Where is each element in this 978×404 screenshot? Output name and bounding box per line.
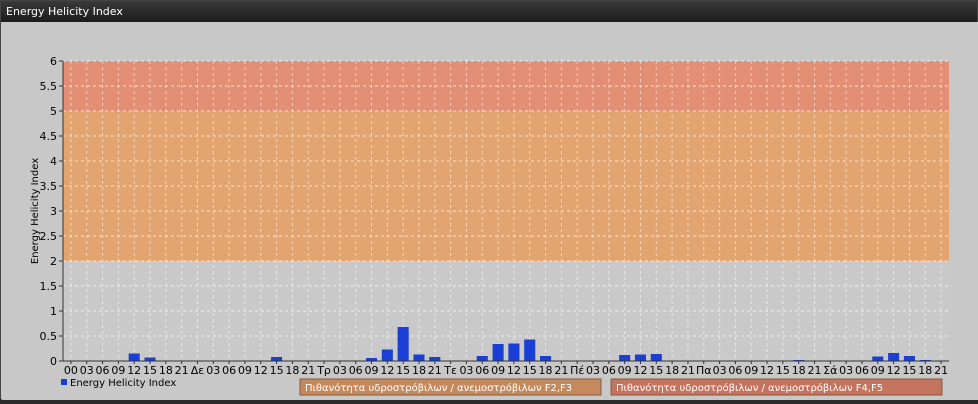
x-tick-label: 09 (365, 364, 379, 377)
x-tick-label: 21 (934, 364, 948, 377)
x-tick-label: 12 (127, 364, 141, 377)
y-tick-label: 2.5 (40, 230, 58, 243)
x-tick-label: 06 (855, 364, 869, 377)
x-tick-label: 00 (64, 364, 78, 377)
x-tick-label: 06 (728, 364, 742, 377)
x-tick-label: 06 (475, 364, 489, 377)
x-tick-label: 12 (507, 364, 521, 377)
x-tick-label: 03 (586, 364, 600, 377)
x-tick-label: 18 (792, 364, 806, 377)
bar[interactable] (128, 353, 140, 362)
bar[interactable] (650, 354, 662, 361)
x-tick-label: 15 (143, 364, 157, 377)
legend-label: Energy Helicity Index (70, 378, 176, 389)
band-legend-f4f5-label: Πιθανότητα υδροστρόβιλων / ανεμοστρόβιλω… (616, 382, 883, 394)
y-tick-label: 2 (50, 255, 57, 268)
bar[interactable] (508, 343, 520, 362)
x-tick-label: 15 (776, 364, 790, 377)
x-tick-label: 03 (80, 364, 94, 377)
bar[interactable] (397, 327, 409, 361)
band-legend-f2f3: Πιθανότητα υδροστρόβιλων / ανεμοστρόβιλω… (299, 378, 602, 396)
y-tick-label: 4.5 (40, 130, 58, 143)
x-tick-label: 03 (839, 364, 853, 377)
x-tick-label: 09 (618, 364, 632, 377)
x-tick-label: 18 (918, 364, 932, 377)
bar[interactable] (144, 357, 156, 362)
x-tick-label: Πα (696, 364, 712, 377)
x-tick-label: 09 (744, 364, 758, 377)
bar[interactable] (429, 357, 441, 361)
chart-area: 0 0.5 1 1.5 2 2.5 3 3.5 4 4.5 5 5.5 6 00 03 06 09 12 15 18… (2, 22, 978, 400)
legend[interactable]: Energy Helicity Index (61, 378, 176, 389)
x-tick-label: 15 (902, 364, 916, 377)
x-tick-label: 03 (713, 364, 727, 377)
x-tick-label: 03 (333, 364, 347, 377)
y-axis-label: Energy Helicity Index (30, 158, 41, 264)
bar[interactable] (634, 354, 647, 362)
x-tick-label: 15 (396, 364, 410, 377)
y-tick-label: 3.5 (40, 180, 58, 193)
x-tick-label: 03 (459, 364, 473, 377)
legend-swatch (61, 379, 67, 385)
band-legend-f2f3-label: Πιθανότητα υδροστρόβιλων / ανεμοστρόβιλω… (305, 382, 572, 394)
x-tick-label: 06 (602, 364, 616, 377)
y-tick-label: 1.5 (40, 280, 58, 293)
y-tick-label: 6 (50, 55, 57, 68)
y-tick-label: 5.5 (40, 80, 58, 93)
x-tick-label: 21 (175, 364, 189, 377)
bar[interactable] (619, 355, 631, 361)
x-tick-label: 06 (96, 364, 110, 377)
x-tick-label: 12 (760, 364, 774, 377)
x-tick-label: 15 (270, 364, 284, 377)
x-tick-label: 21 (428, 364, 442, 377)
x-tick-label: 09 (238, 364, 252, 377)
x-tick-label: 15 (523, 364, 537, 377)
y-tick-label: 4 (50, 155, 57, 168)
y-tick-label: 0 (50, 355, 57, 368)
x-tick-label: 18 (285, 364, 299, 377)
bar[interactable] (413, 354, 425, 362)
chart-window: Energy Helicity Index 0 0.5 1 1.5 2 2.5 3 3.5 4 4… (0, 0, 978, 400)
x-tick-label: 18 (539, 364, 553, 377)
bar[interactable] (381, 349, 393, 362)
x-tick-label: 21 (301, 364, 315, 377)
x-tick-label: 12 (380, 364, 394, 377)
x-tick-label: 18 (159, 364, 173, 377)
x-tick-label: 21 (808, 364, 822, 377)
y-tick-label: 5 (50, 105, 57, 118)
bar[interactable] (524, 339, 536, 362)
x-tick-label: 18 (412, 364, 426, 377)
x-tick-label: 21 (681, 364, 695, 377)
window-title: Energy Helicity Index (1, 1, 977, 22)
x-tick-label: 12 (254, 364, 268, 377)
x-tick-label: 21 (554, 364, 568, 377)
x-tick-label: 06 (349, 364, 363, 377)
x-tick-label: 12 (887, 364, 901, 377)
bar[interactable] (540, 356, 552, 361)
helicity-chart: 00.511.522.533.544.555.56 00 03 06 09 12 15 18… (30, 55, 949, 396)
x-tick-label: 09 (871, 364, 885, 377)
bar[interactable] (872, 356, 884, 362)
bar[interactable] (903, 356, 915, 361)
band-legend-f4f5: Πιθανότητα υδροστρόβιλων / ανεμοστρόβιλω… (610, 378, 943, 396)
x-tick-label: Τρ (316, 364, 331, 377)
x-tick-label: 03 (206, 364, 220, 377)
y-tick-label: 1 (50, 305, 57, 318)
bar[interactable] (476, 356, 488, 361)
x-tick-label: Πέ (570, 364, 584, 377)
x-tick-label: Τε (443, 364, 457, 377)
x-tick-label: Σά (823, 364, 837, 377)
y-tick-label: 0.5 (40, 330, 58, 343)
x-tick-label: 06 (222, 364, 236, 377)
x-tick-label: Δε (191, 364, 205, 377)
x-tick-label: 12 (633, 364, 647, 377)
x-tick-label: 15 (649, 364, 663, 377)
bar[interactable] (888, 353, 900, 361)
x-tick-label: 09 (111, 364, 125, 377)
x-tick-label: 09 (491, 364, 505, 377)
y-tick-label: 3 (50, 205, 57, 218)
bar[interactable] (492, 344, 504, 361)
x-tick-label: 18 (665, 364, 679, 377)
bar[interactable] (271, 357, 283, 361)
